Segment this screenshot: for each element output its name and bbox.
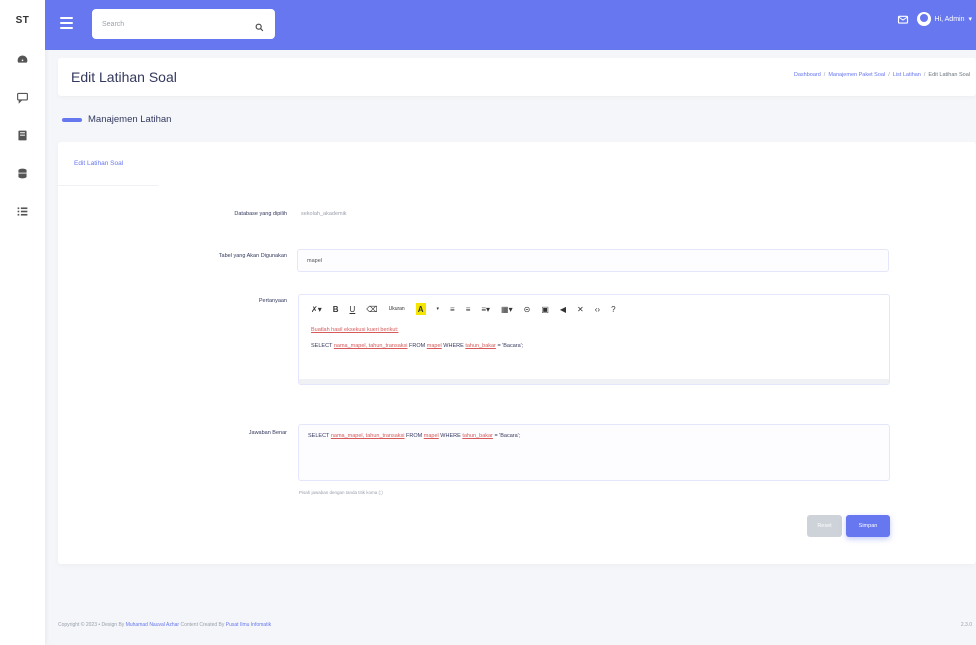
eraser-icon[interactable]: ⌫: [366, 303, 377, 315]
answer-hint: Pisah jawaban dengan tanda titik koma (;…: [299, 490, 383, 495]
creator-link[interactable]: Pusat Ilmu Infomatik: [226, 622, 271, 628]
brand-logo[interactable]: ST: [0, 0, 45, 40]
database-value: sekolah_akademik: [301, 211, 347, 217]
user-dropdown[interactable]: Hi, Admin ▾: [916, 12, 972, 26]
breadcrumb-item-list-latihan[interactable]: List Latihan: [893, 72, 921, 78]
bold-icon[interactable]: B: [333, 303, 339, 315]
edit-card: Edit Latihan Soal Database yang dipilih …: [58, 142, 976, 564]
table-field[interactable]: mapel: [297, 249, 889, 272]
reset-button[interactable]: Reset: [807, 515, 842, 537]
page-title: Edit Latihan Soal: [71, 69, 177, 85]
fullscreen-icon[interactable]: ✕: [577, 303, 584, 315]
underline-icon[interactable]: U: [350, 303, 356, 315]
section-subtitle: Manajemen Latihan: [62, 114, 171, 125]
divider: [58, 185, 158, 186]
search-input[interactable]: Search: [102, 21, 255, 28]
list-ul-icon[interactable]: ≡: [450, 303, 455, 315]
answer-label: Jawaban Benar: [248, 430, 287, 436]
book-icon[interactable]: [0, 116, 45, 154]
breadcrumb-item-paket-soal[interactable]: Manajemen Paket Soal: [828, 72, 885, 78]
breadcrumb: Dashboard / Manajemen Paket Soal / List …: [793, 72, 970, 78]
save-button[interactable]: Simpan: [846, 515, 890, 537]
section-title: Manajemen Latihan: [88, 114, 172, 125]
font-size-dropdown[interactable]: Ukuran: [389, 303, 405, 315]
search-icon[interactable]: [255, 19, 265, 32]
database-label: Database yang dipilih: [234, 211, 287, 217]
list-ol-icon[interactable]: ≡: [466, 303, 471, 315]
link-icon[interactable]: ⊝: [524, 303, 531, 315]
version: 2.3.0: [960, 622, 972, 628]
card-header: Edit Latihan Soal: [58, 142, 976, 186]
editor-content[interactable]: Buatlah hasil eksekusi kueri berikut: SE…: [311, 327, 523, 359]
footer: Copyright © 2023 • Design By Muhamad Nau…: [58, 622, 272, 628]
database-icon[interactable]: [0, 154, 45, 192]
avatar[interactable]: [916, 12, 931, 26]
align-icon[interactable]: ≡▾: [481, 303, 490, 315]
chat-icon[interactable]: [0, 78, 45, 116]
card-title: Edit Latihan Soal: [74, 160, 124, 167]
help-icon[interactable]: ?: [611, 303, 615, 315]
answer-textarea[interactable]: SELECT nama_mapel, tahun_transaksi FROM …: [298, 424, 890, 481]
top-navbar: Search Hi, Admin ▾: [45, 0, 976, 50]
code-icon[interactable]: ‹›: [595, 303, 600, 315]
search-box[interactable]: Search: [92, 9, 275, 39]
table-field-value: mapel: [307, 257, 322, 264]
breadcrumb-item-current: Edit Latihan Soal: [928, 72, 970, 78]
magic-icon[interactable]: ✗▾: [311, 303, 322, 315]
question-line-1: Buatlah hasil eksekusi kueri berikut:: [311, 327, 399, 333]
chevron-down-icon[interactable]: ▾: [968, 15, 972, 23]
hamburger-menu-icon[interactable]: [60, 17, 73, 29]
sidebar: ST: [0, 0, 45, 645]
text-color-icon[interactable]: A: [415, 303, 426, 315]
question-label: Pertanyaan: [258, 298, 287, 304]
subtitle-bar: [62, 117, 82, 122]
question-line-2: SELECT nama_mapel, tahun_transaksi FROM …: [311, 343, 524, 349]
message-icon[interactable]: [897, 13, 909, 25]
video-icon[interactable]: ◀: [560, 303, 566, 315]
section-header: Edit Latihan Soal Dashboard / Manajemen …: [58, 58, 976, 96]
editor-toolbar: ✗▾ B U ⌫ Ukuran A ▾ ≡ ≡ ≡▾ ▦▾ ⊝ ▣ ◀ ✕ ‹›…: [311, 303, 627, 315]
editor-resize-handle[interactable]: [299, 379, 889, 384]
picture-icon[interactable]: ▣: [541, 303, 549, 315]
breadcrumb-item-dashboard[interactable]: Dashboard: [794, 72, 821, 78]
author-link[interactable]: Muhamad Nauval Azhar: [126, 622, 179, 628]
list-icon[interactable]: [0, 192, 45, 230]
color-dropdown-icon[interactable]: ▾: [437, 303, 440, 315]
table-label: Tabel yang Akan Digunakan: [218, 253, 287, 259]
question-editor[interactable]: ✗▾ B U ⌫ Ukuran A ▾ ≡ ≡ ≡▾ ▦▾ ⊝ ▣ ◀ ✕ ‹›…: [298, 294, 890, 385]
table-icon[interactable]: ▦▾: [501, 303, 513, 315]
dashboard-icon[interactable]: [0, 40, 45, 78]
user-name[interactable]: Hi, Admin: [935, 16, 965, 23]
